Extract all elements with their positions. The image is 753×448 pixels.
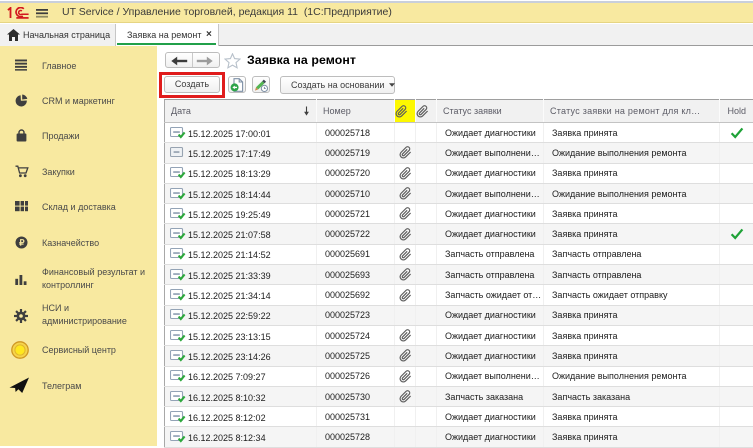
svg-text:₽: ₽ (19, 237, 25, 247)
